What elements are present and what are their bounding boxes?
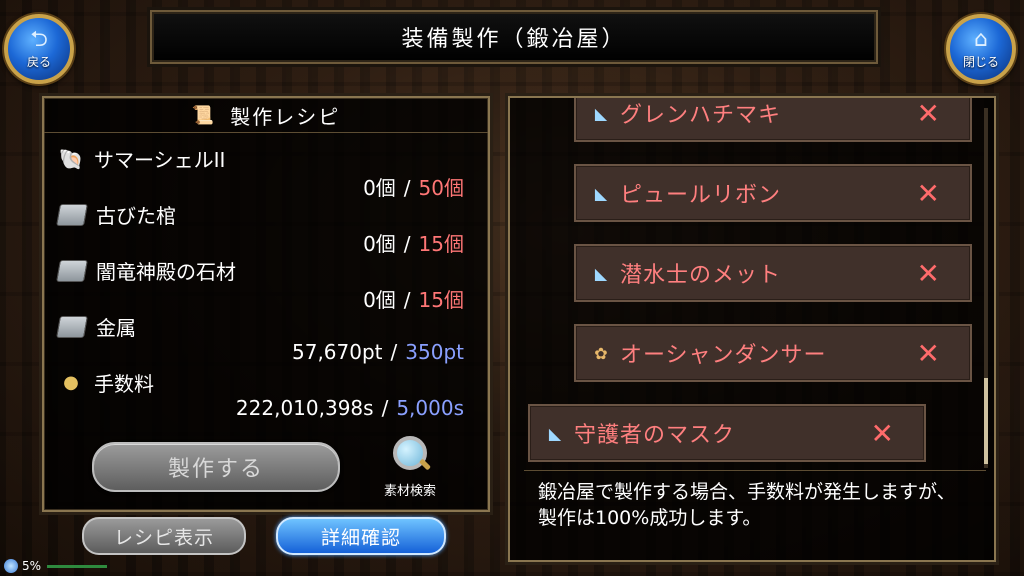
material-have: 0個 [363,232,396,256]
item-name: ピュールリボン [620,183,782,208]
list-scrollbar[interactable] [984,108,988,468]
coins-icon: ● [63,371,79,393]
page-title: 装備製作（鍛冶屋） [150,10,878,64]
list-item[interactable]: ◣ 潜水士のメット ✕ [574,244,972,302]
material-need: 50個 [418,176,464,200]
close-icon[interactable]: ✕ [917,337,940,370]
recipe-panel-title: 製作レシピ [230,104,341,129]
material-search-button[interactable]: 素材検索 [370,436,450,499]
separator: / [390,340,398,364]
back-arrow-icon: ⮌ [30,26,48,52]
material-have: 0個 [363,176,396,200]
close-icon[interactable]: ✕ [917,98,940,130]
hat-icon: ◣ [594,103,608,123]
close-icon[interactable]: ✕ [871,417,894,450]
craft-button[interactable]: 製作する [92,442,340,492]
hat-icon: ◣ [594,263,608,283]
material-have: 0個 [363,288,396,312]
close-button[interactable]: ⌂ 閉じる [946,14,1016,84]
material-need: 15個 [418,288,464,312]
hat-icon: ◣ [548,423,562,443]
home-icon: ⌂ [974,26,988,52]
back-button[interactable]: ⮌ 戻る [4,14,74,84]
list-item[interactable]: ◣ ピュールリボン ✕ [574,164,972,222]
material-name: 闇竜神殿の石材 [96,260,236,284]
list-item[interactable]: ✿ オーシャンダンサー ✕ [574,324,972,382]
material-search-label: 素材検索 [383,484,436,499]
item-name: 潜水士のメット [620,263,782,288]
scrollbar-thumb[interactable] [984,378,988,464]
separator: / [403,232,411,256]
dancer-icon: ✿ [594,343,608,363]
material-need: 15個 [418,232,464,256]
crafting-description: 鍛冶屋で製作する場合、手数料が発生しますが、製作は100%成功します。 [524,470,986,550]
material-name: 古びた棺 [96,204,176,228]
progress-bar [47,564,108,568]
stone-material-icon [56,259,88,282]
item-name: オーシャンダンサー [620,343,827,368]
item-name: グレンハチマキ [620,103,782,128]
close-icon[interactable]: ✕ [917,177,940,210]
item-name: 守護者のマスク [574,423,736,448]
close-button-label: 閉じる [962,54,999,69]
magnifier-icon [393,436,427,470]
material-quantity: 0個 / 15個 [363,228,464,257]
status-percent: 5% [22,559,42,573]
status-bar: 5% [0,556,108,576]
material-need: 350pt [405,340,464,364]
material-quantity: 0個 / 15個 [363,284,464,313]
recipe-display-button[interactable]: レシピ表示 [82,517,246,555]
recipe-panel-header: 📜 製作レシピ [44,98,488,133]
material-quantity: 0個 / 50個 [363,172,464,201]
material-quantity: 57,670pt / 350pt [292,340,464,364]
list-item[interactable]: ◣ グレンハチマキ ✕ [574,98,972,142]
separator: / [403,288,411,312]
hat-icon: ◣ [594,183,608,203]
material-need: 5,000s [396,396,464,420]
globe-icon [4,559,18,573]
back-button-label: 戻る [26,54,51,69]
separator: / [381,396,389,420]
material-name: サマーシェルII [94,148,226,172]
material-name: 金属 [96,316,136,340]
metal-icon [56,315,88,338]
recipe-book-icon: 📜 [191,104,217,126]
material-have: 222,010,398s [235,396,374,420]
shell-icon: 🐚 [58,146,84,171]
list-item-selected[interactable]: ◣ 守護者のマスク ✕ [528,404,926,462]
coffin-icon [56,203,88,226]
separator: / [403,176,411,200]
material-name: 手数料 [94,372,154,396]
material-quantity: 222,010,398s / 5,000s [236,396,464,420]
detail-confirm-button[interactable]: 詳細確認 [276,517,446,555]
close-icon[interactable]: ✕ [917,257,940,290]
recipe-panel: 📜 製作レシピ 🐚 サマーシェルII 0個 / 50個 古びた棺 0個 / 15個 闇竜… [42,96,490,512]
material-have: 57,670pt [292,340,383,364]
